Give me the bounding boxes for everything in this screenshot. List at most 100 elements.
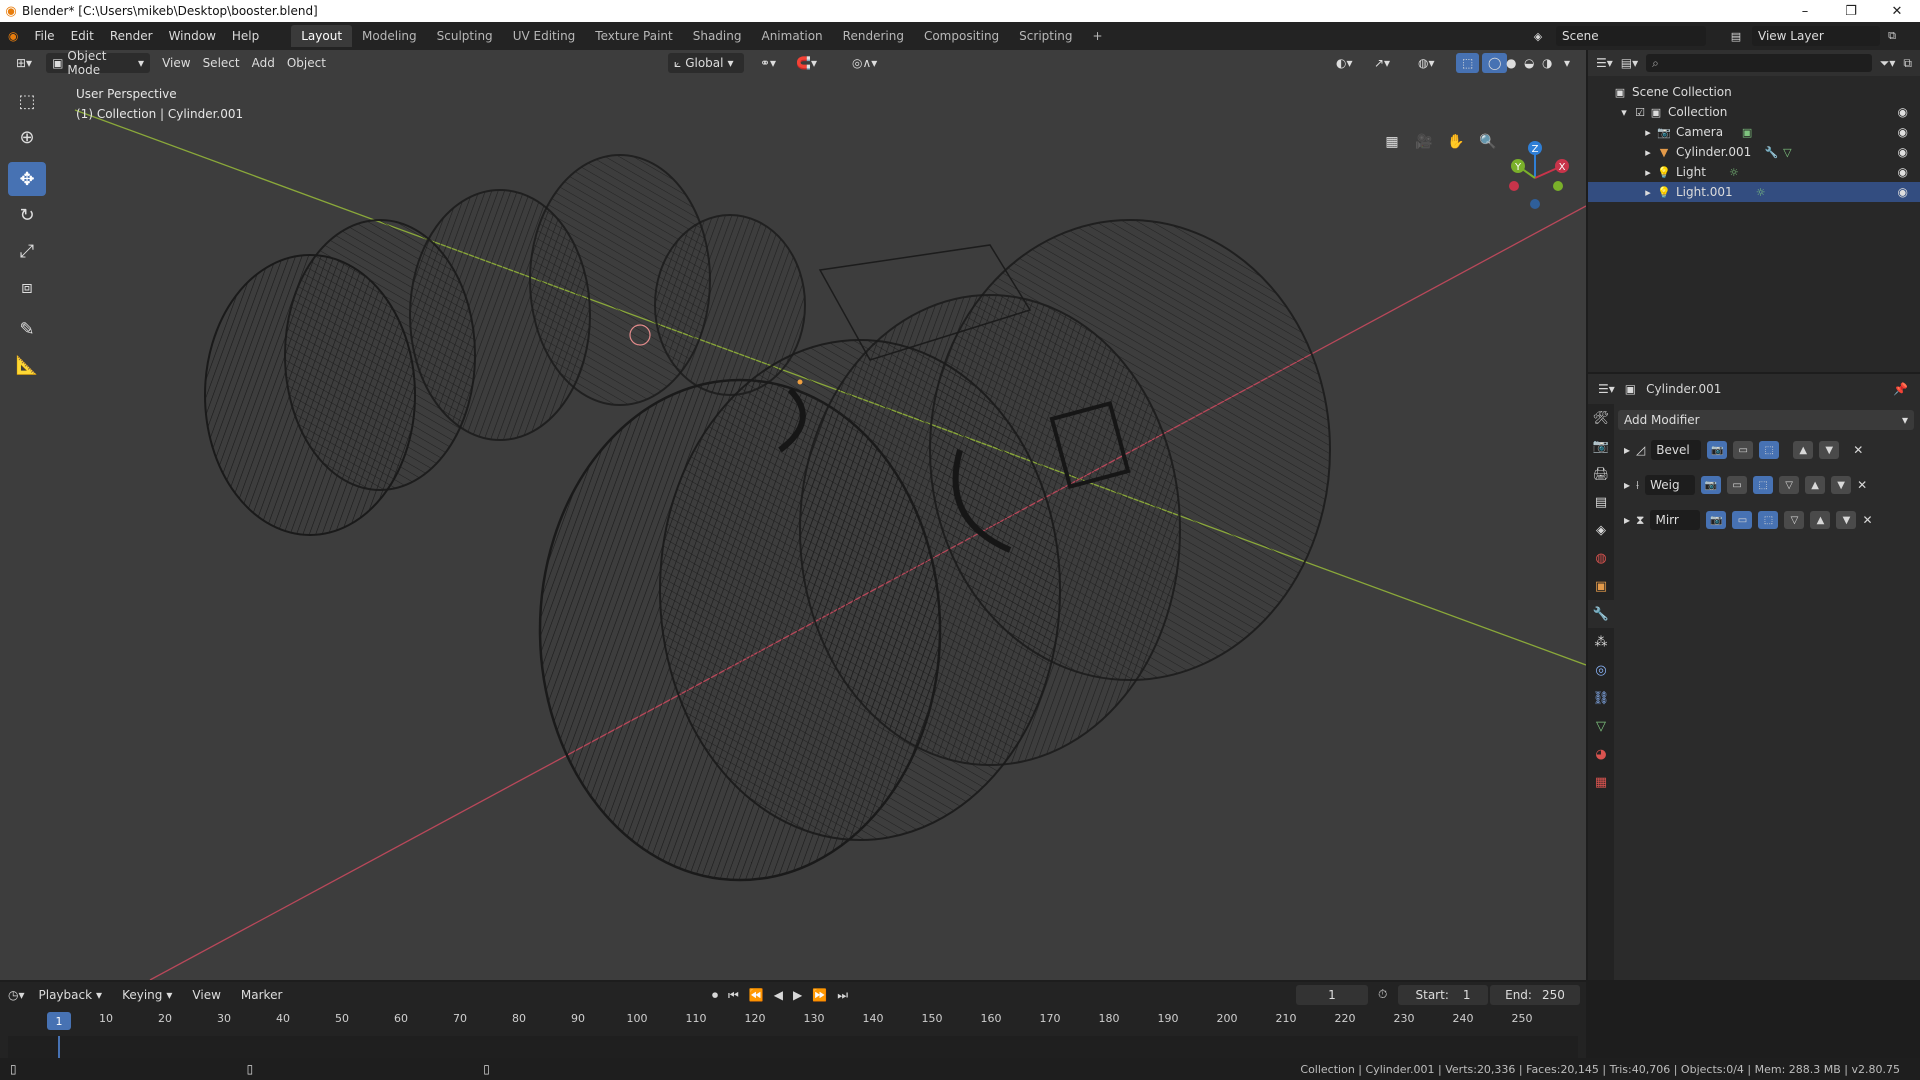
- constraints-tab-icon[interactable]: ⛓: [1588, 684, 1614, 712]
- transform-orientation-selector[interactable]: ⟀ Global ▾: [668, 53, 744, 73]
- shading-rendered-icon[interactable]: ◑: [1536, 53, 1558, 73]
- move-icon[interactable]: ✥: [8, 162, 46, 196]
- menu-view[interactable]: View: [156, 53, 196, 73]
- clock-icon[interactable]: ⏱: [1378, 987, 1387, 1002]
- expand-icon[interactable]: ▸: [1624, 513, 1630, 527]
- move-up-icon[interactable]: ▲: [1805, 476, 1826, 494]
- editmode-toggle-icon[interactable]: ⬚: [1759, 441, 1780, 459]
- world-tab-icon[interactable]: ◍: [1588, 544, 1614, 572]
- add-workspace-button[interactable]: +: [1083, 25, 1113, 47]
- next-keyframe-icon[interactable]: ⏩: [812, 988, 827, 1002]
- visibility-icon[interactable]: ◐▾: [1330, 53, 1359, 73]
- scale-icon[interactable]: ⤢: [8, 234, 46, 268]
- jump-end-icon[interactable]: ⏭: [837, 988, 848, 1003]
- editor-type-icon[interactable]: ⊞▾: [10, 53, 38, 73]
- editmode-toggle-icon[interactable]: ⬚: [1753, 476, 1774, 494]
- shading-options-icon[interactable]: ▾: [1558, 53, 1576, 73]
- outliner-item-cylinder[interactable]: ▸ ▼ Cylinder.001 🔧 ▽ ◉: [1588, 142, 1920, 162]
- outliner-collection[interactable]: ▾ ☑ ▣ Collection ◉: [1588, 102, 1920, 122]
- render-toggle-icon[interactable]: 📷: [1701, 476, 1722, 494]
- view-layer-tab-icon[interactable]: ▤: [1588, 488, 1614, 516]
- pan-hand-icon[interactable]: ✋: [1444, 130, 1468, 154]
- menu-file[interactable]: File: [26, 25, 62, 47]
- prev-keyframe-icon[interactable]: ⏪: [749, 988, 764, 1002]
- menu-timeline-view[interactable]: View: [186, 985, 226, 1005]
- xray-toggle-icon[interactable]: ⬚: [1456, 53, 1480, 73]
- snap-icon[interactable]: 🧲▾: [790, 53, 823, 73]
- move-up-icon[interactable]: ▲: [1793, 441, 1814, 459]
- new-view-layer-icon[interactable]: ⧉: [1884, 28, 1900, 44]
- modifier-name-field[interactable]: Mirr: [1650, 510, 1701, 530]
- modifier-name-field[interactable]: Weig: [1645, 475, 1696, 495]
- render-tab-icon[interactable]: 📷: [1588, 432, 1614, 460]
- gizmo-toggle-icon[interactable]: ↗▾: [1368, 53, 1396, 73]
- scene-tab-icon[interactable]: ◈: [1588, 516, 1614, 544]
- menu-select[interactable]: Select: [197, 53, 246, 73]
- tab-scripting[interactable]: Scripting: [1009, 25, 1082, 47]
- record-icon[interactable]: ⏺: [712, 988, 718, 1003]
- menu-keying[interactable]: Keying ▾: [116, 985, 178, 1005]
- viewport-canvas[interactable]: [0, 50, 1586, 980]
- editor-type-icon[interactable]: ☰▾: [1596, 56, 1613, 70]
- cursor-icon[interactable]: ⊕: [8, 120, 46, 154]
- tab-modeling[interactable]: Modeling: [352, 25, 427, 47]
- editor-type-icon[interactable]: ☰▾: [1598, 382, 1615, 396]
- editmode-toggle-icon[interactable]: ⬚: [1758, 511, 1779, 529]
- outliner-item-light[interactable]: ▸ 💡 Light ☼ ◉: [1588, 162, 1920, 182]
- maximize-button[interactable]: ❐: [1828, 0, 1874, 22]
- start-frame-field[interactable]: Start: 1: [1398, 985, 1488, 1005]
- menu-help[interactable]: Help: [224, 25, 267, 47]
- output-tab-icon[interactable]: 🖨: [1588, 460, 1614, 488]
- menu-edit[interactable]: Edit: [63, 25, 102, 47]
- add-modifier-button[interactable]: Add Modifier ▾: [1618, 410, 1914, 430]
- data-tab-icon[interactable]: ▽: [1588, 712, 1614, 740]
- menu-window[interactable]: Window: [161, 25, 224, 47]
- menu-add[interactable]: Add: [246, 53, 281, 73]
- modifier-name-field[interactable]: Bevel: [1651, 440, 1702, 460]
- measure-icon[interactable]: 📐: [8, 348, 46, 382]
- move-down-icon[interactable]: ▼: [1819, 441, 1840, 459]
- pivot-point-icon[interactable]: ⚭▾: [754, 53, 782, 73]
- proportional-edit-icon[interactable]: ◎∧▾: [846, 53, 883, 73]
- render-toggle-icon[interactable]: 📷: [1706, 511, 1727, 529]
- tab-shading[interactable]: Shading: [683, 25, 752, 47]
- checkbox-icon[interactable]: ☑: [1632, 104, 1648, 120]
- tab-uv-editing[interactable]: UV Editing: [503, 25, 586, 47]
- expand-icon[interactable]: ▾: [1616, 104, 1632, 120]
- annotate-icon[interactable]: ✎: [8, 312, 46, 346]
- material-tab-icon[interactable]: ◕: [1588, 740, 1614, 768]
- eye-icon[interactable]: ◉: [1898, 105, 1908, 119]
- 3d-viewport[interactable]: ⊞▾ ▣ Object Mode ▾ View Select Add Objec…: [0, 50, 1586, 980]
- texture-tab-icon[interactable]: ▦: [1588, 768, 1614, 796]
- tab-layout[interactable]: Layout: [291, 25, 353, 47]
- play-reverse-icon[interactable]: ◀: [774, 988, 783, 1002]
- outliner-item-camera[interactable]: ▸ 📷 Camera ▣ ◉: [1588, 122, 1920, 142]
- scene-selector[interactable]: Scene: [1556, 26, 1706, 46]
- end-frame-field[interactable]: End: 250: [1490, 985, 1580, 1005]
- modifier-tab-icon[interactable]: 🔧: [1588, 600, 1614, 628]
- menu-object[interactable]: Object: [281, 53, 332, 73]
- expand-icon[interactable]: ▸: [1640, 184, 1656, 200]
- timeline-track[interactable]: [8, 1036, 1578, 1058]
- new-collection-icon[interactable]: ⧉: [1903, 56, 1912, 71]
- expand-icon[interactable]: ▸: [1640, 144, 1656, 160]
- tab-sculpting[interactable]: Sculpting: [427, 25, 503, 47]
- particles-tab-icon[interactable]: ⁂: [1588, 628, 1614, 656]
- outliner-scene-collection[interactable]: ▣ Scene Collection: [1588, 82, 1920, 102]
- tab-texture-paint[interactable]: Texture Paint: [585, 25, 682, 47]
- render-toggle-icon[interactable]: 📷: [1707, 441, 1728, 459]
- current-frame-indicator[interactable]: 1: [47, 1012, 71, 1030]
- pin-icon[interactable]: 📌: [1893, 382, 1908, 396]
- eye-icon[interactable]: ◉: [1898, 165, 1908, 179]
- move-down-icon[interactable]: ▼: [1831, 476, 1852, 494]
- expand-icon[interactable]: ▸: [1624, 478, 1630, 492]
- expand-icon[interactable]: ▸: [1640, 164, 1656, 180]
- play-icon[interactable]: ▶: [793, 988, 802, 1002]
- eye-icon[interactable]: ◉: [1898, 145, 1908, 159]
- viewport-toggle-icon[interactable]: ▭: [1727, 476, 1748, 494]
- viewport-toggle-icon[interactable]: ▭: [1733, 441, 1754, 459]
- menu-playback[interactable]: Playback ▾: [33, 985, 109, 1005]
- filter-icon[interactable]: ⏷▾: [1880, 56, 1896, 71]
- overlay-toggle-icon[interactable]: ◍▾: [1412, 53, 1441, 73]
- expand-icon[interactable]: ▸: [1624, 443, 1630, 457]
